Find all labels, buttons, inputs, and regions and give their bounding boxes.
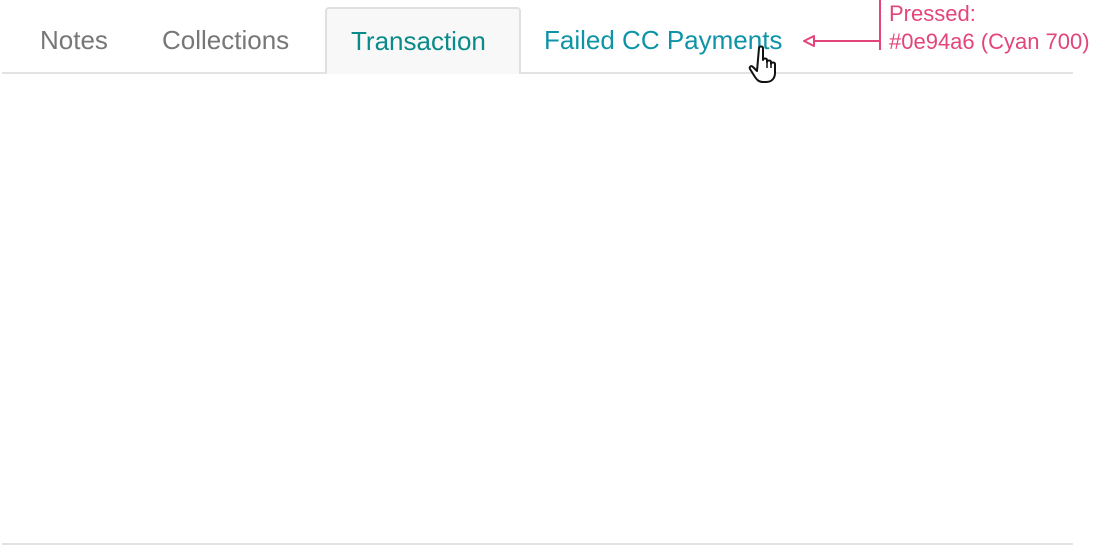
pressed-color-annotation: Pressed: #0e94a6 (Cyan 700)	[889, 0, 1090, 56]
tab-transaction-label: Transaction	[351, 26, 486, 56]
tab-collections[interactable]: Collections	[162, 22, 289, 58]
content-bottom-divider	[2, 543, 1073, 545]
hand-pointer-icon	[748, 45, 776, 83]
tab-notes[interactable]: Notes	[40, 22, 108, 58]
tab-transaction[interactable]: Transaction	[325, 7, 521, 74]
tab-bar-divider	[2, 72, 1073, 74]
annotation-line-2: #0e94a6 (Cyan 700)	[889, 29, 1090, 54]
annotation-arrow-icon	[803, 0, 881, 50]
annotation-line-1: Pressed:	[889, 1, 976, 26]
